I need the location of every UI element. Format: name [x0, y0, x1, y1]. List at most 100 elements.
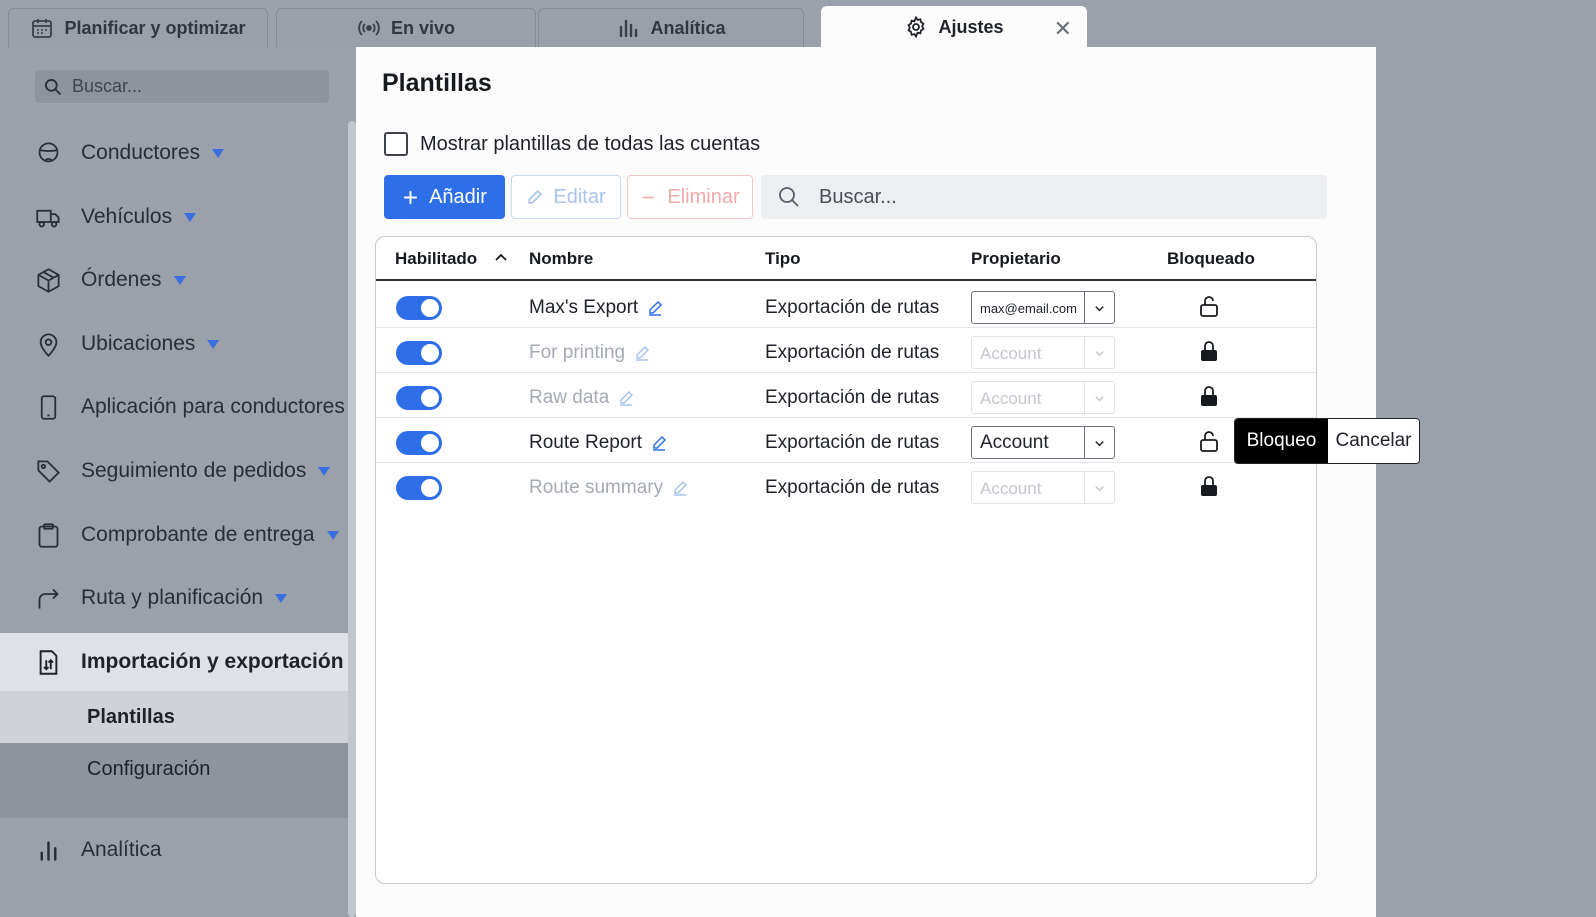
- tab-analitica[interactable]: Analítica: [538, 8, 804, 47]
- sidebar-search-input[interactable]: Buscar...: [35, 70, 329, 103]
- box-icon: [36, 267, 60, 293]
- pencil-icon[interactable]: [647, 300, 663, 316]
- sidebar-item-seguimiento[interactable]: Seguimiento de pedidos: [0, 449, 356, 493]
- sidebar-item-label: Ubicaciones: [81, 332, 196, 355]
- show-all-checkbox[interactable]: [384, 132, 408, 156]
- column-header-propietario[interactable]: Propietario: [971, 249, 1061, 269]
- chevron-down-icon: [207, 339, 220, 349]
- driver-icon: [38, 141, 58, 162]
- owner-select[interactable]: max@email.com: [971, 291, 1115, 324]
- pencil-icon[interactable]: [672, 480, 688, 496]
- template-name: Route Report: [529, 432, 667, 454]
- template-name-text: Route Report: [529, 432, 643, 453]
- tab-label: En vivo: [390, 17, 456, 38]
- owner-select[interactable]: Account: [971, 426, 1115, 459]
- truck-icon: [35, 209, 60, 227]
- sidebar-item-analitica[interactable]: Analítica: [0, 828, 356, 872]
- chevron-down-icon: [1095, 306, 1104, 312]
- column-header-bloqueado[interactable]: Bloqueado: [1167, 249, 1255, 269]
- sidebar-item-aplicacion-conductores[interactable]: Aplicación para conductores: [0, 385, 369, 429]
- table-header: Habilitado Nombre Tipo Propietario Bloqu…: [376, 237, 1316, 281]
- sidebar-item-ruta[interactable]: Ruta y planificación: [0, 576, 356, 620]
- owner-select[interactable]: Account: [971, 471, 1115, 504]
- chevron-down-icon: [1095, 441, 1104, 447]
- add-button[interactable]: Añadir: [384, 175, 505, 219]
- enabled-toggle[interactable]: [396, 431, 442, 455]
- phone-icon: [40, 394, 56, 420]
- owner-value: Account: [980, 344, 1042, 363]
- show-all-label: Mostrar plantillas de todas las cuentas: [420, 132, 761, 155]
- unlocked-icon[interactable]: [1198, 294, 1220, 318]
- template-type: Exportación de rutas: [765, 387, 940, 408]
- locked-icon[interactable]: [1198, 474, 1220, 498]
- sidebar-item-ordenes[interactable]: Órdenes: [0, 258, 356, 302]
- enabled-toggle[interactable]: [396, 476, 442, 500]
- owner-select[interactable]: Account: [971, 381, 1115, 414]
- column-header-habilitado[interactable]: Habilitado: [395, 249, 477, 269]
- plus-icon: [404, 190, 417, 204]
- owner-select[interactable]: Account: [971, 336, 1115, 369]
- tab-planificar[interactable]: Planificar y optimizar: [8, 8, 268, 47]
- sidebar-subitem-configuracion[interactable]: Configuración: [0, 743, 356, 795]
- pencil-icon[interactable]: [618, 390, 634, 406]
- template-type: Exportación de rutas: [765, 297, 940, 318]
- table-row: Route Report Exportación de rutas Accoun…: [376, 418, 1316, 463]
- templates-panel: Plantillas Mostrar plantillas de todas l…: [356, 47, 1376, 917]
- template-name: For printing: [529, 342, 650, 364]
- table-row: For printing Exportación de rutas Accoun…: [376, 328, 1316, 373]
- import-export-icon: [39, 649, 57, 675]
- sidebar-item-vehiculos[interactable]: Vehículos: [0, 195, 356, 239]
- sidebar-item-comprobante[interactable]: Comprobante de entrega: [0, 513, 356, 557]
- template-name: Raw data: [529, 387, 634, 409]
- cancel-lock-button[interactable]: Cancelar: [1328, 419, 1419, 463]
- templates-table: Habilitado Nombre Tipo Propietario Bloqu…: [375, 236, 1317, 884]
- column-header-tipo[interactable]: Tipo: [765, 249, 801, 269]
- sidebar-subitem-label: Configuración: [87, 757, 211, 780]
- template-name-text: Route summary: [529, 477, 664, 498]
- chevron-down-icon: [1095, 396, 1104, 402]
- sidebar-scrollbar[interactable]: [348, 121, 356, 917]
- show-all-templates-option[interactable]: Mostrar plantillas de todas las cuentas: [384, 132, 760, 156]
- owner-value: Account: [980, 479, 1042, 498]
- sidebar-item-label: Conductores: [81, 141, 201, 164]
- tab-label: Planificar y optimizar: [64, 17, 246, 38]
- tab-ajustes[interactable]: Ajustes ✕: [821, 6, 1087, 47]
- delete-button[interactable]: Eliminar: [627, 175, 753, 219]
- sidebar-item-ubicaciones[interactable]: Ubicaciones: [0, 322, 356, 366]
- chevron-down-icon: [184, 212, 197, 222]
- close-icon[interactable]: ✕: [1054, 16, 1072, 42]
- template-type: Exportación de rutas: [765, 477, 940, 498]
- gear-icon: [907, 15, 926, 39]
- confirm-lock-button[interactable]: Bloqueo: [1235, 419, 1328, 463]
- sidebar-item-label: Órdenes: [81, 268, 162, 291]
- tab-en-vivo[interactable]: En vivo: [276, 8, 536, 47]
- sort-ascending-icon[interactable]: [494, 250, 508, 264]
- sidebar-subitem-plantillas[interactable]: Plantillas: [0, 691, 356, 743]
- minus-icon: [643, 196, 655, 198]
- table-row: Route summary Exportación de rutas Accou…: [376, 463, 1316, 508]
- templates-search-input[interactable]: Buscar...: [761, 175, 1327, 219]
- sidebar-item-label: Importación y exportación: [81, 650, 344, 673]
- calendar-icon: [32, 19, 53, 38]
- enabled-toggle[interactable]: [396, 341, 442, 365]
- template-name: Route summary: [529, 477, 688, 499]
- locked-icon[interactable]: [1198, 384, 1220, 408]
- template-type: Exportación de rutas: [765, 432, 940, 453]
- column-header-nombre[interactable]: Nombre: [529, 249, 593, 269]
- pencil-icon[interactable]: [634, 345, 650, 361]
- owner-value: Account: [980, 432, 1049, 453]
- sidebar-item-importacion[interactable]: Importación y exportación: [0, 633, 368, 691]
- tab-label: Analítica: [650, 17, 726, 38]
- pencil-icon[interactable]: [651, 435, 667, 451]
- edit-button[interactable]: Editar: [511, 175, 621, 219]
- enabled-toggle[interactable]: [396, 296, 442, 320]
- sidebar-item-conductores[interactable]: Conductores: [0, 131, 356, 175]
- bar-chart-icon: [40, 840, 56, 861]
- search-icon: [779, 187, 799, 207]
- chevron-down-icon: [1095, 351, 1104, 357]
- locked-icon[interactable]: [1198, 339, 1220, 363]
- background-area: [1376, 47, 1596, 917]
- unlocked-icon[interactable]: [1198, 429, 1220, 453]
- enabled-toggle[interactable]: [396, 386, 442, 410]
- owner-value: Account: [980, 389, 1042, 408]
